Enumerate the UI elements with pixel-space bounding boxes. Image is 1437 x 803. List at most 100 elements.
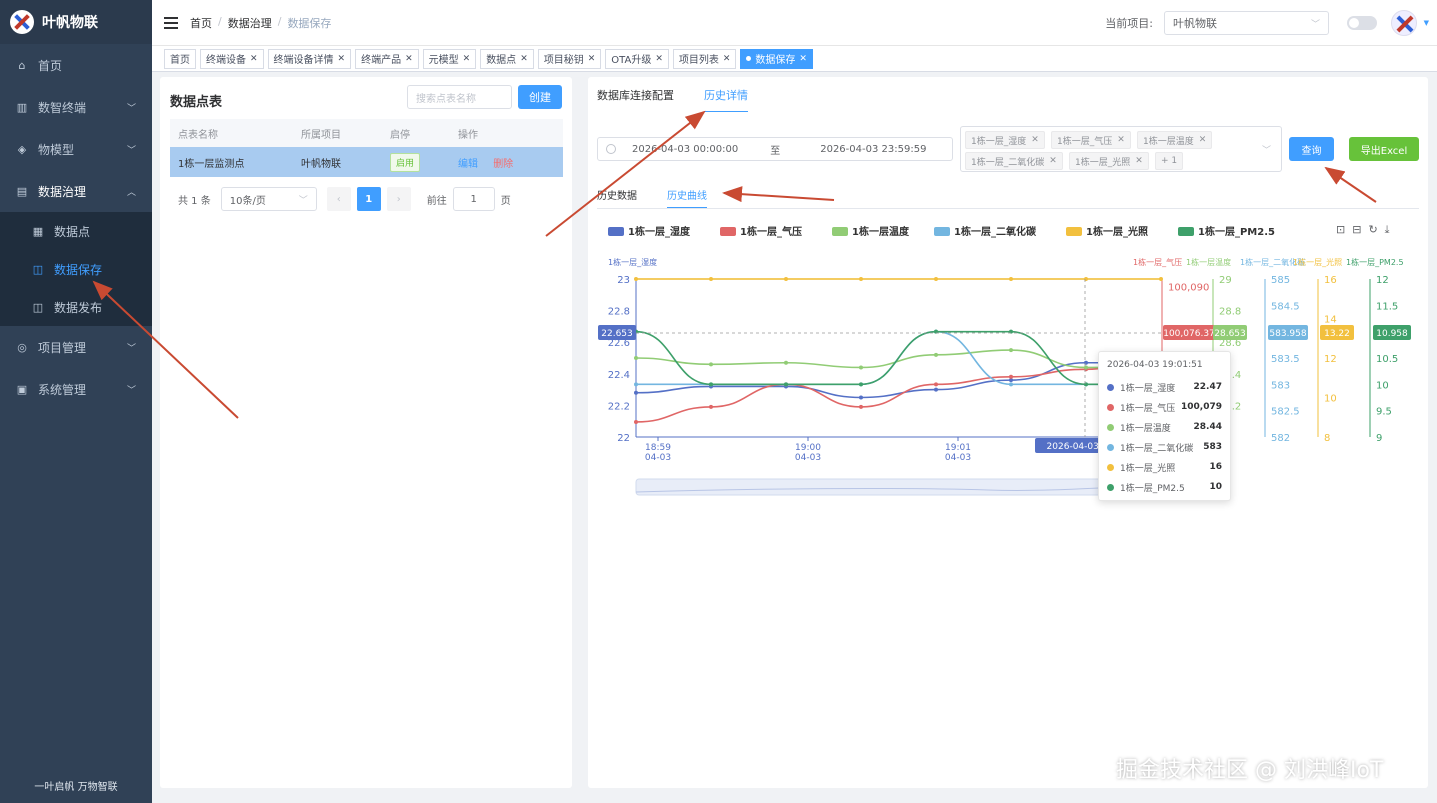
tag-terminal-device[interactable]: 终端设备 ✕ (200, 48, 264, 69)
x-tick-label: 19:00 (795, 443, 821, 453)
tag-meta-model[interactable]: 元模型 ✕ (422, 48, 477, 69)
create-button[interactable]: 创建 (518, 85, 562, 109)
sidebar-item-label: 数据治理 (38, 184, 87, 199)
sidebar-item-system[interactable]: ▣ 系统管理 ﹀ (0, 368, 152, 410)
project-select[interactable]: 叶帆物联 ﹀ (1164, 11, 1329, 35)
close-icon[interactable]: ✕ (338, 54, 346, 64)
prev-page-button[interactable]: ‹ (326, 187, 351, 211)
tag-label: 项目秘钥 (543, 55, 584, 66)
date-range-separator: 至 (770, 145, 781, 157)
close-icon[interactable]: ✕ (1117, 135, 1125, 145)
data-point (859, 404, 863, 409)
column-header: 所属项目 (301, 129, 341, 141)
close-icon[interactable]: ✕ (405, 54, 413, 64)
tab-db-config[interactable]: 数据库连接配置 (597, 87, 674, 112)
tag-terminal-product[interactable]: 终端产品 ✕ (355, 48, 419, 69)
y-tick-label: 10 (1324, 394, 1337, 405)
tag-project-key[interactable]: 项目秘钥 ✕ (537, 48, 602, 69)
close-icon[interactable]: ✕ (799, 54, 807, 64)
sidebar-item-data-governance[interactable]: ▤ 数据治理 ︿ (0, 170, 152, 212)
history-line-chart[interactable]: 1栋一层_湿度 1栋一层_气压 1栋一层温度 1栋一层_二氧化碳 1栋一层_光照 1栋一层… (588, 217, 1428, 507)
project-select-value: 叶帆物联 (1173, 17, 1217, 30)
y-tick-label: 100,090 (1168, 283, 1209, 294)
brand[interactable]: 叶帆物联 (0, 0, 152, 44)
close-icon[interactable]: ✕ (1135, 156, 1143, 166)
tag-home[interactable]: 首页 (164, 48, 196, 69)
cell-status: 启用 (390, 152, 458, 172)
close-icon[interactable]: ✕ (1031, 135, 1039, 145)
y-tick-label: 583.5 (1271, 354, 1300, 365)
tab-history-detail[interactable]: 历史详情 (704, 87, 748, 112)
sidebar-item-label: 物模型 (38, 142, 75, 157)
close-icon[interactable]: ✕ (520, 54, 528, 64)
legend-swatch (832, 227, 848, 236)
sidebar-item-home[interactable]: ⌂ 首页 (0, 44, 152, 86)
legend-swatch (1178, 227, 1194, 236)
breadcrumb: 首页 / 数据治理 / 数据保存 (190, 15, 331, 31)
edit-button[interactable]: 编辑 (458, 159, 478, 170)
theme-toggle[interactable] (1347, 16, 1377, 30)
tag-data-save[interactable]: 数据保存 ✕ (740, 48, 813, 69)
table-icon: ▦ (32, 224, 44, 238)
close-icon[interactable]: ✕ (1049, 156, 1057, 166)
data-point (634, 356, 638, 360)
close-icon[interactable]: ✕ (463, 54, 471, 64)
y-tick-label: 8 (1324, 433, 1330, 444)
export-excel-button[interactable]: 导出Excel (1349, 137, 1419, 161)
avatar[interactable] (1391, 10, 1417, 36)
date-range-picker[interactable]: 2026-04-03 00:00:00 至 2026-04-03 23:59:5… (597, 137, 953, 161)
breadcrumb-governance[interactable]: 数据治理 (228, 15, 272, 31)
y-tick-label: 582 (1271, 433, 1290, 444)
menu-fold-icon[interactable] (164, 16, 178, 29)
close-icon[interactable]: ✕ (1199, 135, 1207, 145)
series-color-dot (1107, 423, 1114, 431)
query-button[interactable]: 查询 (1289, 137, 1334, 161)
tag-data-point[interactable]: 数据点 ✕ (480, 48, 534, 69)
sidebar-item-terminal[interactable]: ▥ 数智终端 ﹀ (0, 86, 152, 128)
sidebar-item-data-publish[interactable]: ◫ 数据发布 (0, 288, 152, 326)
page-number-button[interactable]: 1 (356, 187, 381, 211)
page-size-select[interactable]: 10条/页 ﹀ (220, 187, 317, 211)
close-icon[interactable]: ✕ (588, 54, 596, 64)
table-row[interactable]: 1栋一层监测点 叶帆物联 启用 编辑 删除 (170, 147, 563, 177)
next-page-button[interactable]: › (386, 187, 411, 211)
table-header: 点表名称 所属项目 启停 操作 (170, 119, 563, 147)
doc-icon: ▤ (16, 184, 28, 198)
sidebar-menu: ⌂ 首页 ▥ 数智终端 ﹀ ◈ 物模型 ﹀ ▤ 数据治理 ︿ (0, 44, 152, 212)
close-icon[interactable]: ✕ (723, 54, 731, 64)
sidebar-item-project[interactable]: ◎ 项目管理 ﹀ (0, 326, 152, 368)
sidebar-item-label: 数据保存 (54, 262, 103, 277)
tag-ota[interactable]: OTA升级 ✕ (605, 48, 669, 69)
sidebar-item-data-point[interactable]: ▦ 数据点 (0, 212, 152, 250)
legend-label: 1栋一层_光照 (1086, 225, 1148, 238)
date-start-input[interactable]: 2026-04-03 00:00:00 (632, 144, 738, 155)
legend-label: 1栋一层温度 (852, 225, 910, 238)
tag-terminal-device-detail[interactable]: 终端设备详情 ✕ (267, 48, 352, 69)
chevron-up-icon: ︿ (126, 187, 136, 198)
page-unit-label: 页 (500, 195, 511, 207)
data-point-multi-select[interactable]: 1栋一层_湿度 ✕ 1栋一层_气压 ✕ 1栋一层温度 ✕ 1栋一层_二氧化碳 ✕ 1栋一… (960, 126, 1282, 172)
sidebar-menu-lower: ◎ 项目管理 ﹀ ▣ 系统管理 ﹀ (0, 326, 152, 410)
tab-history-curve[interactable]: 历史曲线 (667, 187, 707, 208)
delete-button[interactable]: 删除 (493, 159, 513, 170)
data-point (934, 277, 938, 281)
tooltip-series-value: 10 (1209, 482, 1222, 492)
caret-down-icon[interactable]: ▼ (1424, 19, 1429, 27)
sidebar-item-label: 数据发布 (54, 300, 103, 315)
data-point (859, 395, 863, 400)
pointer-label: 28.653 (1214, 329, 1246, 339)
close-icon[interactable]: ✕ (250, 54, 258, 64)
sidebar-item-data-save[interactable]: ◫ 数据保存 (0, 250, 152, 288)
date-end-input[interactable]: 2026-04-03 23:59:59 (820, 144, 926, 155)
tooltip-series-name: 1栋一层_二氧化碳 (1120, 443, 1194, 454)
series-line (635, 330, 1161, 386)
sidebar-item-model[interactable]: ◈ 物模型 ﹀ (0, 128, 152, 170)
search-input[interactable]: 搜索点表名称 (407, 85, 512, 109)
tab-history-data[interactable]: 历史数据 (597, 187, 637, 208)
close-icon[interactable]: ✕ (655, 54, 663, 64)
pointer-label: 10.958 (1376, 329, 1408, 339)
tag-project-list[interactable]: 项目列表 ✕ (672, 48, 737, 69)
goto-page-input[interactable]: 1 (452, 187, 495, 211)
selected-chip: 1栋一层_光照 ✕ (1069, 152, 1149, 170)
breadcrumb-home[interactable]: 首页 (190, 15, 212, 31)
